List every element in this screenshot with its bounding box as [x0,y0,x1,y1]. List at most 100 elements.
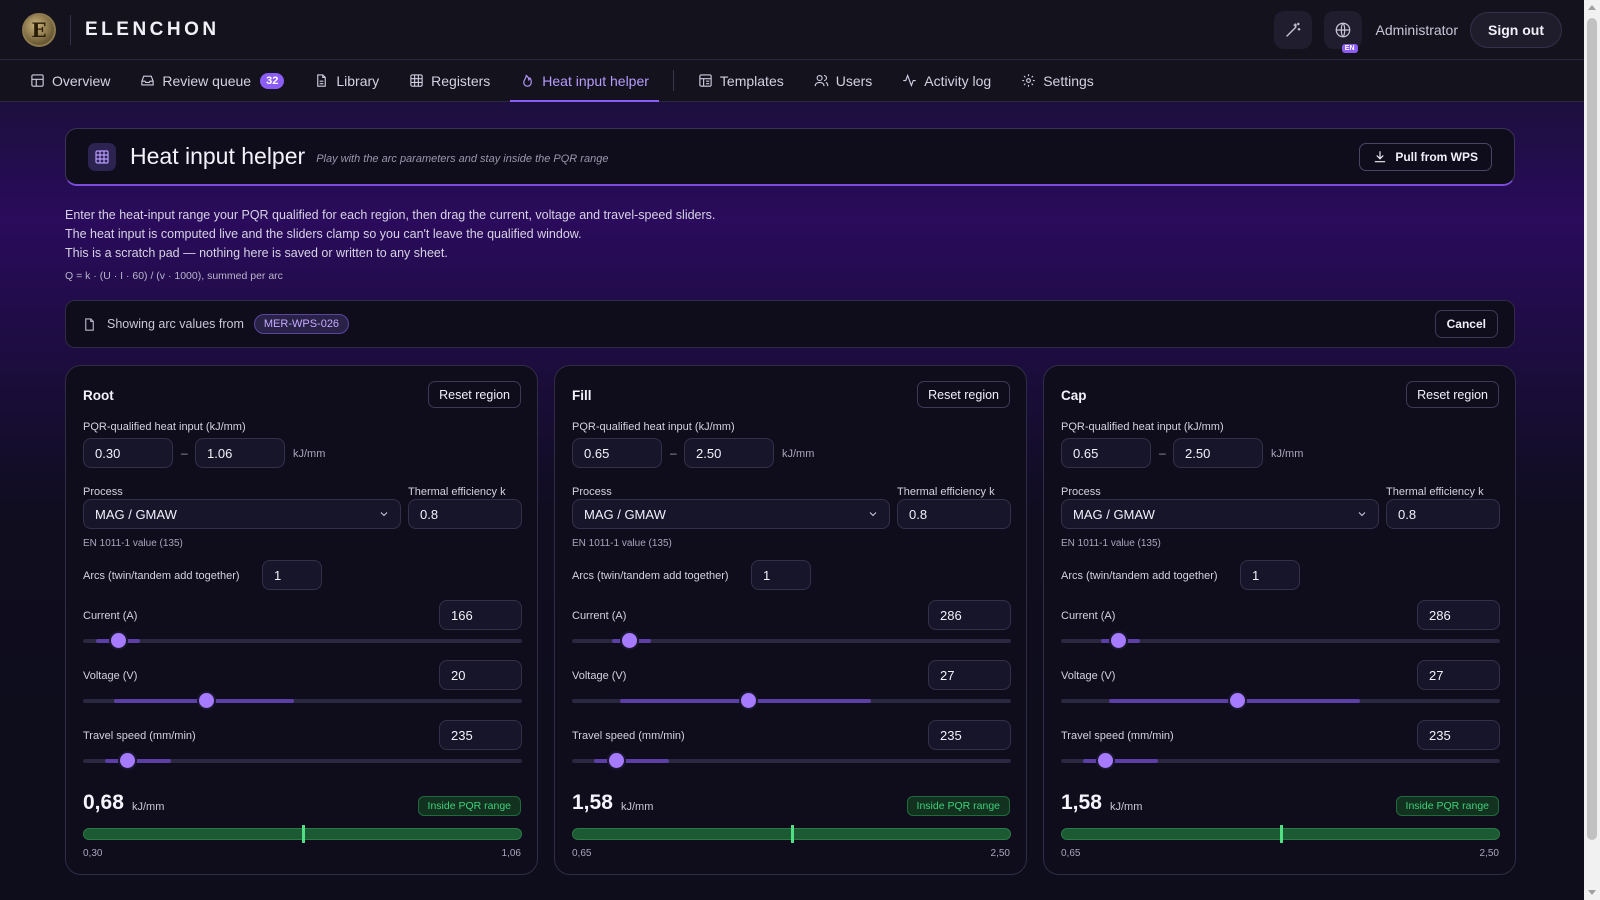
travel-speed-input[interactable]: 235 [928,720,1011,750]
voltage-input[interactable]: 27 [1417,660,1500,690]
nav-item-templates[interactable]: Templates [688,60,794,101]
pqr-max-input[interactable]: 2.50 [1173,438,1263,468]
process-label: Process [572,486,612,498]
language-button[interactable]: EN [1323,10,1362,53]
travel-slider-thumb[interactable] [608,753,624,768]
heat-input-gauge [572,825,1011,843]
description: Enter the heat-input range your PQR qual… [65,206,715,263]
inbox-icon [141,75,155,86]
formula: Q = k · (U · I · 60) / (v · 1000), summe… [65,270,283,282]
thermal-efficiency-input[interactable]: 0.8 [1386,499,1500,529]
nav-item-heat-input-helper[interactable]: Heat input helper [510,60,659,102]
travel-slider-range [1082,759,1158,763]
voltage-slider-thumb[interactable] [198,693,214,708]
page-header-card: Heat input helper Play with the arc para… [65,128,1515,186]
gauge-min-label: 0,65 [1061,848,1081,859]
voltage-label: Voltage (V) [1061,670,1116,682]
arcs-input[interactable]: 1 [751,560,811,590]
nav-label: Library [336,72,380,89]
pqr-min-input[interactable]: 0.65 [1061,438,1151,468]
current-slider[interactable] [572,633,1011,648]
status-badge: Inside PQR range [417,796,521,816]
description-line: Enter the heat-input range your PQR qual… [65,208,716,222]
process-select[interactable]: MAG / GMAW [83,499,401,529]
thermal-efficiency-label: Thermal efficiency k [1386,486,1484,498]
chevron-down-icon [380,512,388,517]
voltage-input[interactable]: 27 [928,660,1011,690]
process-value: MAG / GMAW [584,506,666,522]
travel-slider-thumb[interactable] [1097,753,1113,768]
thermal-efficiency-input[interactable]: 0.8 [408,499,522,529]
travel-speed-slider[interactable] [83,753,522,768]
region-card-cap: Cap Reset region PQR-qualified heat inpu… [1043,365,1516,875]
thermal-efficiency-input[interactable]: 0.8 [897,499,1011,529]
heat-input-marker [1279,825,1283,843]
arcs-input[interactable]: 1 [1240,560,1300,590]
voltage-slider[interactable] [83,693,522,708]
arcs-label: Arcs (twin/tandem add together) [572,570,729,582]
voltage-input[interactable]: 20 [439,660,522,690]
pqr-min-input[interactable]: 0.65 [572,438,662,468]
nav-label: Settings [1043,72,1094,89]
magic-wand-button[interactable] [1273,10,1312,49]
pqr-max-input[interactable]: 1.06 [195,438,285,468]
region-card-root: Root Reset region PQR-qualified heat inp… [65,365,538,875]
voltage-slider[interactable] [1061,693,1500,708]
pqr-label: PQR-qualified heat input (kJ/mm) [1061,421,1224,433]
pqr-unit: kJ/mm [293,448,326,460]
nav-item-review-queue[interactable]: Review queue 32 [130,60,294,101]
logo[interactable]: E [22,12,56,47]
pull-from-wps-button[interactable]: Pull from WPS [1359,142,1492,171]
process-select[interactable]: MAG / GMAW [572,499,890,529]
reset-region-button[interactable]: Reset region [428,381,521,408]
arcs-input[interactable]: 1 [262,560,322,590]
nav-label: Heat input helper [542,72,649,89]
nav-item-users[interactable]: Users [804,60,883,101]
source-label: Showing arc values from [107,317,244,331]
current-slider-thumb[interactable] [111,633,127,648]
region-title: Cap [1061,388,1087,403]
arcs-label: Arcs (twin/tandem add together) [1061,570,1218,582]
flame-icon [523,74,533,87]
cancel-button[interactable]: Cancel [1434,310,1498,338]
document-icon [317,74,327,87]
heat-input-unit: kJ/mm [1110,801,1143,813]
nav-item-library[interactable]: Library [304,60,389,101]
reset-region-button[interactable]: Reset region [917,381,1010,408]
current-input[interactable]: 166 [439,600,522,630]
pqr-min-input[interactable]: 0.30 [83,438,173,468]
voltage-slider[interactable] [572,693,1011,708]
nav-item-overview[interactable]: Overview [20,60,120,101]
voltage-slider-thumb[interactable] [740,693,756,708]
travel-speed-label: Travel speed (mm/min) [83,730,196,742]
travel-speed-label: Travel speed (mm/min) [572,730,685,742]
reset-region-button[interactable]: Reset region [1406,381,1499,408]
current-slider-thumb[interactable] [1111,633,1127,648]
nav-item-activity-log[interactable]: Activity log [892,60,1001,101]
wps-tag[interactable]: MER-WPS-026 [253,314,350,334]
sign-out-button[interactable]: Sign out [1470,11,1562,48]
heat-input-unit: kJ/mm [621,801,654,813]
travel-slider-thumb[interactable] [119,753,135,768]
gauge-max-label: 2,50 [990,848,1010,859]
voltage-slider-thumb[interactable] [1229,693,1245,708]
travel-speed-slider[interactable] [572,753,1011,768]
pqr-max-input[interactable]: 2.50 [684,438,774,468]
current-slider-thumb[interactable] [622,633,638,648]
current-slider[interactable] [83,633,522,648]
travel-speed-slider[interactable] [1061,753,1500,768]
heat-input-unit: kJ/mm [132,801,165,813]
travel-speed-input[interactable]: 235 [439,720,522,750]
current-slider[interactable] [1061,633,1500,648]
nav-item-registers[interactable]: Registers [399,60,500,101]
user-name[interactable]: Administrator [1376,22,1458,38]
region-title: Root [83,388,114,403]
process-select[interactable]: MAG / GMAW [1061,499,1379,529]
source-bar: Showing arc values from MER-WPS-026 Canc… [65,300,1515,348]
nav-item-settings[interactable]: Settings [1011,60,1104,101]
current-input[interactable]: 286 [928,600,1011,630]
travel-speed-input[interactable]: 235 [1417,720,1500,750]
gauge-min-label: 0,30 [83,848,103,859]
travel-slider-range [104,759,171,763]
current-input[interactable]: 286 [1417,600,1500,630]
